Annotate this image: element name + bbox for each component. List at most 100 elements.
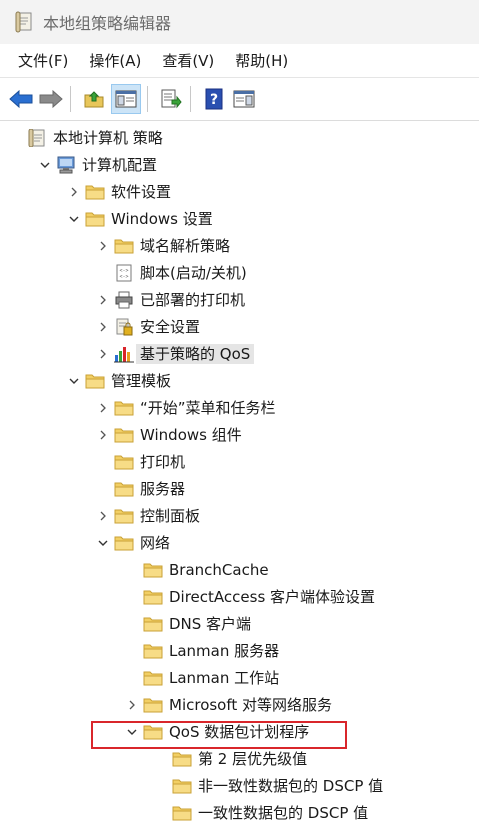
folder-icon xyxy=(85,183,105,201)
folder-icon xyxy=(114,453,134,471)
toolbar-separator xyxy=(70,86,71,112)
chevron-down-icon[interactable] xyxy=(97,535,109,549)
folder-icon xyxy=(114,426,134,444)
up-one-level-button[interactable] xyxy=(81,86,107,112)
tree-node[interactable]: 第 2 层优先级值 xyxy=(0,746,479,773)
chevron-right-icon[interactable] xyxy=(97,400,109,414)
folder-icon xyxy=(143,696,163,714)
menu-bar: 文件(F) 操作(A) 查看(V) 帮助(H) xyxy=(0,44,479,78)
tree-node[interactable]: 基于策略的 QoS xyxy=(0,341,479,368)
tree-node[interactable]: 软件设置 xyxy=(0,179,479,206)
chevron-right-icon[interactable] xyxy=(126,697,138,711)
tree-node-label: 已部署的打印机 xyxy=(140,291,246,309)
tree-node[interactable]: Windows 设置 xyxy=(0,206,479,233)
tree-node[interactable]: BranchCache xyxy=(0,557,479,584)
group-policy-app-icon xyxy=(15,11,32,33)
tree-node-label: 安全设置 xyxy=(140,318,201,336)
tree-node[interactable]: 管理模板 xyxy=(0,368,479,395)
tree-node[interactable]: DNS 客户端 xyxy=(0,611,479,638)
tree-node[interactable]: 打印机 xyxy=(0,449,479,476)
tree-node[interactable]: 一致性数据包的 DSCP 值 xyxy=(0,800,479,827)
folder-icon xyxy=(85,372,105,390)
action-pane-icon xyxy=(233,90,255,108)
chevron-right-icon[interactable] xyxy=(97,346,109,360)
computer-icon xyxy=(56,156,76,174)
tree-node-label: DNS 客户端 xyxy=(169,615,252,633)
tree-node[interactable]: 非一致性数据包的 DSCP 值 xyxy=(0,773,479,800)
folder-icon xyxy=(143,615,163,633)
folder-icon xyxy=(143,669,163,687)
chevron-right-icon[interactable] xyxy=(97,238,109,252)
menu-view[interactable]: 查看(V) xyxy=(154,50,222,71)
folder-icon xyxy=(85,210,105,228)
svg-text:?: ? xyxy=(210,92,218,108)
help-button[interactable]: ? xyxy=(201,86,227,112)
tree-node[interactable]: 安全设置 xyxy=(0,314,479,341)
tree-node[interactable]: Lanman 服务器 xyxy=(0,638,479,665)
forward-arrow-icon xyxy=(39,89,63,109)
folder-icon xyxy=(172,750,192,768)
tree-node-label: 一致性数据包的 DSCP 值 xyxy=(198,804,369,822)
chevron-right-icon[interactable] xyxy=(97,292,109,306)
security-icon xyxy=(114,318,134,336)
tree-node[interactable]: Microsoft 对等网络服务 xyxy=(0,692,479,719)
show-hide-console-tree-button[interactable] xyxy=(111,84,141,114)
tree-node[interactable]: Windows 组件 xyxy=(0,422,479,449)
tree-node-label: 脚本(启动/关机) xyxy=(140,264,247,282)
folder-icon xyxy=(172,777,192,795)
chevron-down-icon[interactable] xyxy=(68,373,80,387)
tree-node-label: 打印机 xyxy=(140,453,186,471)
chevron-down-icon[interactable] xyxy=(39,157,51,171)
svg-text:<->: <-> xyxy=(119,274,128,280)
export-list-button[interactable] xyxy=(158,86,184,112)
tree-node[interactable]: 控制面板 xyxy=(0,503,479,530)
folder-icon xyxy=(172,804,192,822)
tree-node-label: 计算机配置 xyxy=(82,156,158,174)
tree-node[interactable]: 网络 xyxy=(0,530,479,557)
tree-node-label: 域名解析策略 xyxy=(140,237,231,255)
chevron-right-icon[interactable] xyxy=(97,319,109,333)
tree-node-label: Lanman 服务器 xyxy=(169,642,280,660)
menu-action[interactable]: 操作(A) xyxy=(81,50,149,71)
tree-node[interactable]: 服务器 xyxy=(0,476,479,503)
folder-icon xyxy=(143,588,163,606)
tree-node-label: DirectAccess 客户端体验设置 xyxy=(169,588,376,606)
forward-button[interactable] xyxy=(38,86,64,112)
tree-node[interactable]: 域名解析策略 xyxy=(0,233,479,260)
chevron-down-icon[interactable] xyxy=(68,211,80,225)
folder-icon xyxy=(143,642,163,660)
title-bar: 本地组策略编辑器 xyxy=(0,0,479,44)
menu-help[interactable]: 帮助(H) xyxy=(227,50,296,71)
tree-node[interactable]: 已部署的打印机 xyxy=(0,287,479,314)
menu-file[interactable]: 文件(F) xyxy=(10,50,76,71)
back-button[interactable] xyxy=(8,86,34,112)
chevron-right-icon[interactable] xyxy=(97,508,109,522)
back-arrow-icon xyxy=(9,89,33,109)
tree-node-label: BranchCache xyxy=(169,561,269,579)
show-action-pane-button[interactable] xyxy=(231,86,257,112)
tree-node-label: 管理模板 xyxy=(111,372,172,390)
folder-icon xyxy=(114,480,134,498)
tree-node-label: 非一致性数据包的 DSCP 值 xyxy=(198,777,384,795)
tree-node[interactable]: “开始”菜单和任务栏 xyxy=(0,395,479,422)
tree-node-label: Windows 设置 xyxy=(111,210,213,228)
toolbar-separator xyxy=(190,86,191,112)
tree-node-label: 网络 xyxy=(140,534,171,552)
policy-icon xyxy=(27,128,47,148)
tree-node[interactable]: DirectAccess 客户端体验设置 xyxy=(0,584,479,611)
tree-node[interactable]: <-> <-> 脚本(启动/关机) xyxy=(0,260,479,287)
printer-icon xyxy=(114,291,134,309)
console-tree-icon xyxy=(115,90,137,108)
tree-node-label: “开始”菜单和任务栏 xyxy=(140,399,276,417)
tree-node[interactable]: Lanman 工作站 xyxy=(0,665,479,692)
tree-node-label: 软件设置 xyxy=(111,183,172,201)
chevron-right-icon[interactable] xyxy=(68,184,80,198)
tree-node[interactable]: 计算机配置 xyxy=(0,152,479,179)
tree-node[interactable]: 本地计算机 策略 xyxy=(0,125,479,152)
tree-node-label: 服务器 xyxy=(140,480,186,498)
tree-node-label: 基于策略的 QoS xyxy=(136,344,255,364)
folder-icon xyxy=(114,399,134,417)
tree-node-label: Windows 组件 xyxy=(140,426,242,444)
tree-node-label: 本地计算机 策略 xyxy=(53,129,163,147)
chevron-right-icon[interactable] xyxy=(97,427,109,441)
